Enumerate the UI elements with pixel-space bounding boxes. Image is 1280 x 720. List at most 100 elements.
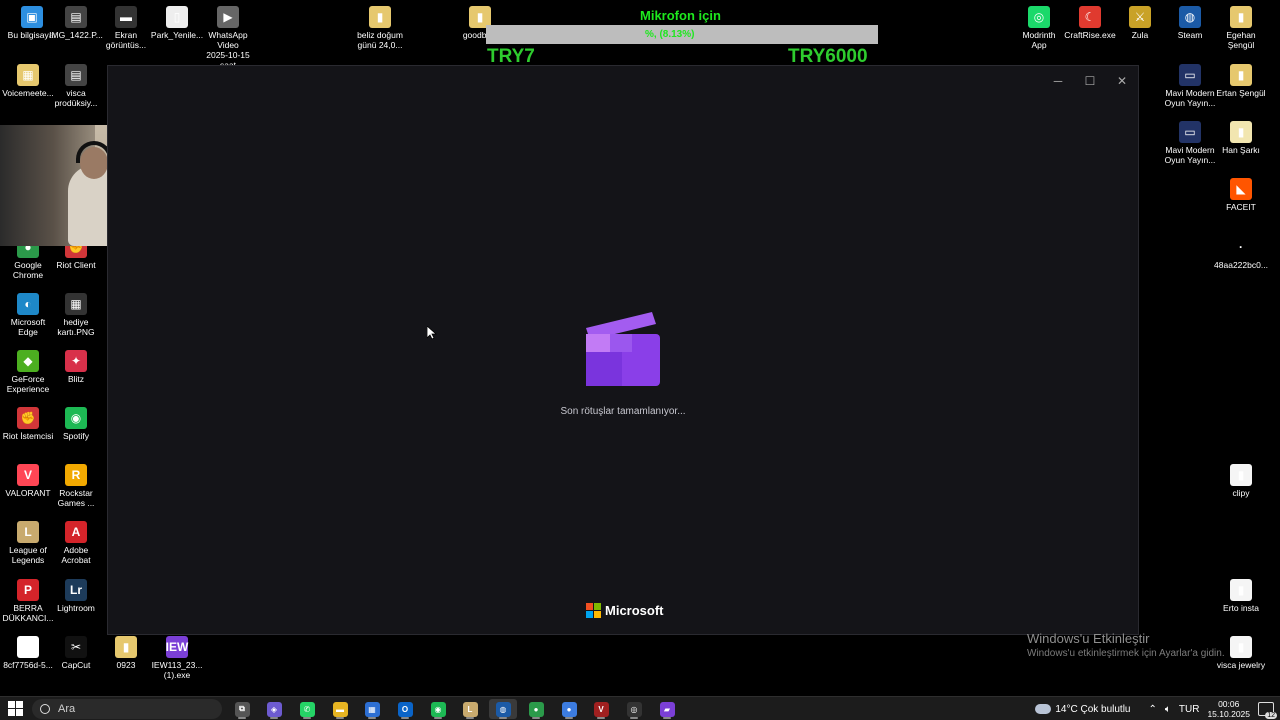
taskbar-app-ms-store[interactable]: ▦: [358, 699, 386, 719]
mavi-modern-2-icon: ▭: [1179, 121, 1201, 143]
overlay-mic-title: Mikrofon için: [640, 8, 721, 23]
desktop-icon-park-yenile[interactable]: ▯ Park_Yenile...: [149, 6, 205, 40]
desktop-icon-label: 48aa222bc0...: [1214, 260, 1268, 270]
taskbar-app-league[interactable]: L: [456, 699, 484, 719]
desktop-icon-craftrise[interactable]: ☾ CraftRise.exe: [1062, 6, 1118, 40]
desktop-icon-whatsapp-video[interactable]: ▶WhatsApp Video 2025-10-15 saat: [200, 6, 256, 70]
desktop-icon-label: Riot Client: [56, 260, 96, 270]
mavi-modern-1-icon: ▭: [1179, 64, 1201, 86]
desktop-icon-ertan[interactable]: ▮ Ertan Şengül: [1213, 64, 1269, 98]
berra-icon: P: [17, 579, 39, 601]
voicemeeter-icon: ▦: [17, 64, 39, 86]
whatsapp-video-icon: ▶: [217, 6, 239, 28]
desktop-icon-label: beliz doğum günü 24,0...: [357, 30, 403, 50]
start-button[interactable]: [8, 701, 24, 717]
desktop-icon-egehan[interactable]: ▮ Egehan Şengül: [1213, 6, 1269, 50]
desktop-icon-label: Lightroom: [57, 603, 95, 613]
taskbar-app-steam[interactable]: ◍: [489, 699, 517, 719]
microsoft-wordmark: Microsoft: [605, 603, 664, 618]
copilot-icon: ◈: [266, 701, 282, 717]
desktop-icon-label: IEW113_23... (1).exe: [151, 660, 203, 680]
minimize-button[interactable]: ─: [1042, 66, 1074, 96]
clock[interactable]: 00:06 15.10.2025: [1207, 699, 1250, 719]
desktop-icon-folder-0923[interactable]: ▮ 0923: [98, 636, 154, 670]
steam-icon: ◍: [495, 701, 511, 717]
cloud-icon: [1035, 704, 1052, 714]
taskbar-app-obs[interactable]: ◎: [620, 699, 648, 719]
weather-widget[interactable]: 14°C Çok bulutlu: [1035, 703, 1131, 715]
chevron-up-icon[interactable]: ⌃: [1149, 704, 1157, 715]
language-indicator[interactable]: TUR: [1179, 704, 1200, 715]
desktop-icon-iew113[interactable]: IEW IEW113_23... (1).exe: [149, 636, 205, 680]
clipchamp-splash-window[interactable]: ─ ☐ ✕ Son rötuşlar tamamlanıyor... Micro…: [107, 65, 1139, 635]
watermark-title: Windows'u Etkinleştir: [1027, 631, 1150, 646]
close-button[interactable]: ✕: [1106, 66, 1138, 96]
faceit-icon: ◣: [1230, 178, 1252, 200]
desktop-icon-clipy[interactable]: ▮ clipy: [1213, 464, 1269, 498]
iew113-icon: IEW: [166, 636, 188, 658]
system-tray: 14°C Çok bulutlu ⌃ 🔈︎ TUR 00:06 15.10.20…: [1035, 697, 1280, 720]
desktop-icon-mavi-modern-2[interactable]: ▭ Mavi Modern Oyun Yayın...: [1162, 121, 1218, 165]
taskbar-app-outlook[interactable]: O: [391, 699, 419, 719]
desktop-icon-label: Spotify: [63, 431, 89, 441]
chrome-icon: ●: [528, 701, 544, 717]
taskbar-app-whatsapp[interactable]: ✆: [293, 699, 321, 719]
window-controls: ─ ☐ ✕: [1042, 66, 1138, 96]
desktop-icon-rockstar[interactable]: R Rockstar Games ...: [48, 464, 104, 508]
desktop-icon-spotify[interactable]: ◉ Spotify: [48, 407, 104, 441]
desktop-icon-adobe-acrobat[interactable]: A Adobe Acrobat: [48, 521, 104, 565]
clock-time: 00:06: [1218, 699, 1240, 709]
taskbar-app-file-explorer[interactable]: ▬: [326, 699, 354, 719]
taskbar-app-copilot[interactable]: ◈: [260, 699, 288, 719]
spotify-icon: ◉: [65, 407, 87, 429]
bu-bilgisayar-icon: ▣: [21, 6, 43, 28]
desktop-icon-lightroom[interactable]: Lr Lightroom: [48, 579, 104, 613]
watermark-subtitle: Windows'u etkinleştirmek için Ayarlar'a …: [1027, 648, 1225, 659]
desktop-icon-blitz[interactable]: ✦ Blitz: [48, 350, 104, 384]
taskbar-app-voicemeeter[interactable]: V: [587, 699, 615, 719]
taskbar-app-clipchamp[interactable]: ▰: [653, 699, 681, 719]
desktop-icon-modrinth[interactable]: ◎ Modrinth App: [1011, 6, 1067, 50]
img-1422-icon: ▤: [65, 6, 87, 28]
desktop-icon-han-sarki[interactable]: ▮ Han Şarkı: [1213, 121, 1269, 155]
taskbar-app-spotify[interactable]: ◉: [424, 699, 452, 719]
desktop-icon-label: Egehan Şengül: [1226, 30, 1256, 50]
desktop-icon-hediye-karti[interactable]: ▦ hediye kartı.PNG: [48, 293, 104, 337]
desktop-icon-steam[interactable]: ◍ Steam: [1162, 6, 1218, 40]
maximize-button[interactable]: ☐: [1074, 66, 1106, 96]
desktop-icon-erto-insta[interactable]: ▮ Erto insta: [1213, 579, 1269, 613]
speaker-icon[interactable]: 🔈︎: [1165, 704, 1171, 715]
desktop-icon-img-1422[interactable]: ▤ IMG_1422.P...: [48, 6, 104, 40]
desktop-icon-capcut[interactable]: ✂ CapCut: [48, 636, 104, 670]
desktop-icon-zula[interactable]: ⚔ Zula: [1112, 6, 1168, 40]
weather-text: 14°C Çok bulutlu: [1055, 703, 1131, 715]
video-8cf-icon: ▶: [17, 636, 39, 658]
desktop-icon-visca[interactable]: ▤ visca prodüksiy...: [48, 64, 104, 108]
notification-icon[interactable]: 12: [1258, 702, 1277, 719]
park-yenile-icon: ▯: [166, 6, 188, 28]
desktop-icon-ekran[interactable]: ▬ Ekran görüntüs...: [98, 6, 154, 50]
desktop-icon-label: WhatsApp Video 2025-10-15 saat: [206, 30, 250, 70]
taskbar-search[interactable]: Ara: [32, 699, 222, 719]
desktop: ▣ Bu bilgisayar ▤ IMG_1422.P... ▬ Ekran görün…: [0, 0, 1280, 696]
folder-0923-icon: ▮: [115, 636, 137, 658]
desktop-icon-mavi-modern-1[interactable]: ▭ Mavi Modern Oyun Yayın...: [1162, 64, 1218, 108]
geforce-icon: ◆: [17, 350, 39, 372]
desktop-icon-beliz[interactable]: ▮ beliz doğum günü 24,0...: [352, 6, 408, 50]
valorant-icon: V: [17, 464, 39, 486]
loading-status-text: Son rötuşlar tamamlanıyor...: [560, 406, 686, 417]
clipy-icon: ▮: [1230, 464, 1252, 486]
taskbar-app-task-view[interactable]: ⧉: [228, 699, 256, 719]
microsoft-brand: Microsoft: [586, 603, 664, 618]
taskbar-app-chrome-2[interactable]: ●: [555, 699, 583, 719]
desktop-icon-faceit[interactable]: ◣ FACEIT: [1213, 178, 1269, 212]
desktop-icon-hash-48aa[interactable]: · 48aa222bc0...: [1213, 236, 1269, 270]
desktop-icon-label: visca prodüksiy...: [54, 88, 98, 108]
desktop-icon-label: 0923: [116, 660, 136, 670]
ekran-icon: ▬: [115, 6, 137, 28]
capcut-icon: ✂: [65, 636, 87, 658]
task-view-icon: ⧉: [234, 701, 250, 717]
hediye-karti-icon: ▦: [65, 293, 87, 315]
taskbar-app-chrome[interactable]: ●: [522, 699, 550, 719]
notification-count: 12: [1265, 712, 1277, 719]
